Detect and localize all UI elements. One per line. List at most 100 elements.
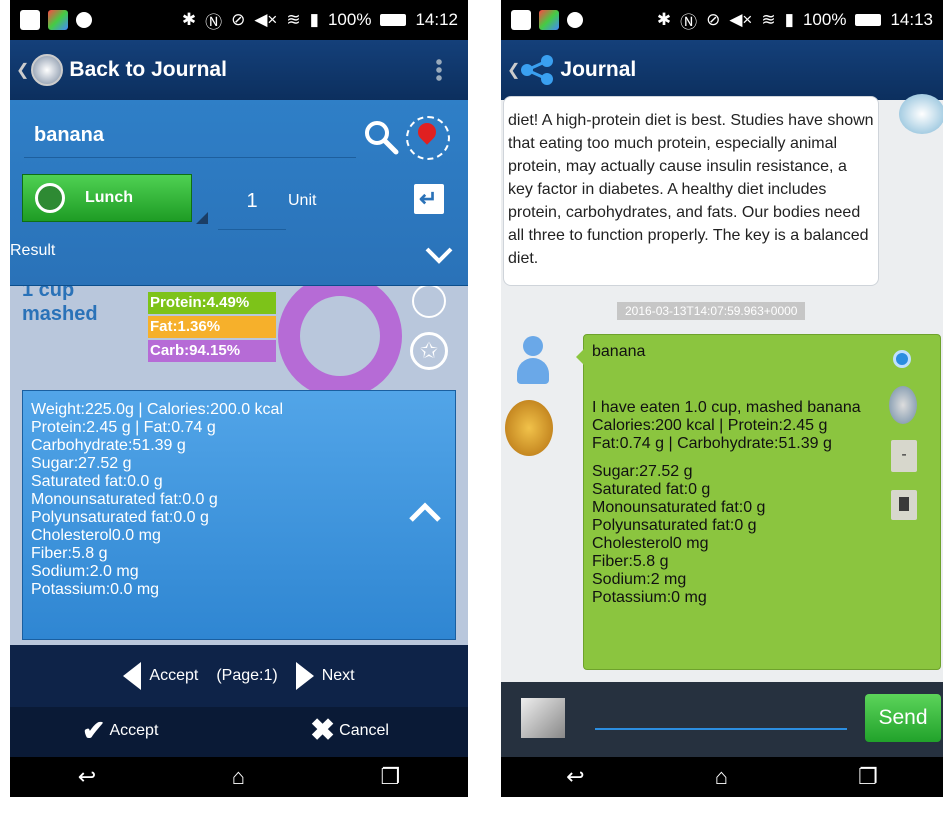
bot-avatar bbox=[899, 94, 943, 134]
overflow-menu-icon[interactable] bbox=[436, 58, 442, 82]
accept-label: Accept bbox=[109, 722, 159, 739]
status-bar: ✱ Ⓝ ⊘ ◀× ≋ ▮ 100% 14:12 bbox=[10, 0, 468, 40]
mute-icon: ◀× bbox=[254, 10, 278, 29]
fork-knife-icon bbox=[35, 183, 65, 213]
back-nav-icon[interactable]: ↩ bbox=[566, 764, 584, 790]
pager-accept-label: Accept bbox=[149, 667, 199, 684]
nutrition-line: Saturated fat:0.0 g bbox=[31, 473, 163, 490]
meal-label: Lunch bbox=[85, 189, 133, 206]
wifi-icon: ≋ bbox=[286, 10, 301, 29]
nutrition-line: Protein:2.45 g | Fat:0.74 g bbox=[31, 419, 216, 436]
search-icon[interactable] bbox=[362, 118, 400, 156]
recent-nav-icon[interactable]: ❐ bbox=[858, 764, 878, 790]
hand-icon[interactable] bbox=[412, 284, 446, 318]
radio-icon[interactable] bbox=[893, 350, 911, 368]
meal-dropdown-indicator bbox=[196, 212, 208, 224]
message-line: Calories:200 kcal | Protein:2.45 g bbox=[592, 417, 828, 434]
nutrition-line: Sugar:27.52 g bbox=[31, 455, 132, 472]
recent-nav-icon[interactable]: ❐ bbox=[380, 764, 400, 790]
food-message-bubble: banana I have eaten 1.0 cup, mashed bana… bbox=[576, 334, 941, 670]
message-line: Monounsaturated fat:0 g bbox=[592, 499, 766, 516]
quantity-input[interactable]: 1 bbox=[218, 184, 286, 230]
message-line: Sodium:2 mg bbox=[592, 571, 687, 588]
food-search-body: 1 cup mashed Protein:4.49% Fat:1.36% Carb… bbox=[10, 100, 468, 645]
search-panel: banana Lunch 1 Unit Result bbox=[10, 100, 468, 286]
badge-avatar[interactable] bbox=[505, 400, 553, 456]
left-phone-screen: ✱ Ⓝ ⊘ ◀× ≋ ▮ 100% 14:12 ❮ Back to Journa… bbox=[10, 0, 468, 797]
share-icon[interactable] bbox=[520, 55, 554, 85]
back-to-journal-button[interactable]: Back to Journal bbox=[69, 58, 227, 82]
message-line: Potassium:0 mg bbox=[592, 589, 707, 606]
nutrition-line: Potassium:0.0 mg bbox=[31, 581, 160, 598]
nutrition-line: Monounsaturated fat:0.0 g bbox=[31, 491, 218, 508]
food-search-input[interactable]: banana bbox=[24, 114, 356, 158]
chevron-down-icon[interactable] bbox=[424, 240, 454, 270]
signal-icon: ▮ bbox=[784, 10, 794, 29]
food-name-line2: mashed bbox=[22, 303, 98, 325]
app-notification-icon bbox=[48, 10, 68, 30]
nutrition-box: Weight:225.0g | Calories:200.0 kcal Prote… bbox=[22, 390, 456, 640]
enter-icon[interactable] bbox=[414, 184, 444, 214]
nutrition-line: Polyunsaturated fat:0.0 g bbox=[31, 509, 209, 526]
home-nav-icon[interactable]: ⌂ bbox=[715, 764, 728, 790]
nfc-icon: Ⓝ bbox=[205, 12, 223, 32]
chevron-up-icon[interactable] bbox=[408, 498, 442, 528]
next-label: Next bbox=[321, 667, 355, 684]
bulb-icon[interactable] bbox=[889, 386, 917, 424]
notification-icon bbox=[20, 10, 40, 30]
record-icon bbox=[76, 12, 92, 28]
message-input[interactable] bbox=[595, 728, 847, 730]
home-nav-icon[interactable]: ⌂ bbox=[232, 764, 245, 790]
star-icon[interactable]: ✩ bbox=[410, 332, 448, 370]
back-nav-icon[interactable]: ↩ bbox=[78, 764, 96, 790]
accept-button[interactable]: ✔ Accept bbox=[82, 715, 159, 746]
action-bar: ✔ Accept ✖ Cancel bbox=[10, 707, 468, 757]
notification-icon bbox=[511, 10, 531, 30]
minus-button[interactable]: - bbox=[891, 440, 917, 472]
signal-icon: ▮ bbox=[309, 10, 319, 29]
pager-bar: Accept (Page:1) Next bbox=[10, 645, 468, 707]
nutrition-line: Fiber:5.8 g bbox=[31, 545, 108, 562]
carb-label: Carb:94.15% bbox=[148, 340, 276, 362]
app-bar: ❮ Journal bbox=[501, 40, 943, 100]
document-icon[interactable] bbox=[891, 490, 917, 520]
close-icon: ✖ bbox=[310, 714, 336, 747]
battery-icon bbox=[380, 14, 407, 26]
check-icon: ✔ bbox=[82, 715, 106, 746]
message-line: Cholesterol0 mg bbox=[592, 535, 709, 552]
up-chevron-icon[interactable]: ❮ bbox=[16, 60, 29, 80]
macro-donut-chart bbox=[278, 274, 402, 398]
nutrition-line: Sodium:2.0 mg bbox=[31, 563, 139, 580]
next-button[interactable]: Next bbox=[295, 662, 355, 690]
app-logo-icon[interactable] bbox=[31, 54, 64, 86]
location-icon[interactable] bbox=[406, 116, 450, 160]
protein-label: Protein:4.49% bbox=[148, 292, 276, 314]
message-line: Fat:0.74 g | Carbohydrate:51.39 g bbox=[592, 435, 832, 452]
chat-area: diet! A high-protein diet is best. Studi… bbox=[501, 94, 943, 682]
clock: 14:13 bbox=[890, 10, 933, 29]
record-icon bbox=[567, 12, 583, 28]
clock: 14:12 bbox=[415, 10, 458, 29]
bluetooth-icon: ✱ bbox=[656, 10, 672, 29]
previous-message: diet! A high-protein diet is best. Studi… bbox=[503, 96, 879, 286]
message-line: Polyunsaturated fat:0 g bbox=[592, 517, 757, 534]
mute-icon: ◀× bbox=[729, 10, 753, 29]
arrow-right-icon bbox=[295, 662, 314, 690]
bluetooth-icon: ✱ bbox=[181, 10, 197, 29]
meal-button[interactable]: Lunch bbox=[22, 174, 192, 222]
result-label: Result bbox=[10, 242, 56, 259]
cancel-button[interactable]: ✖ Cancel bbox=[310, 714, 389, 747]
no-disturb-icon: ⊘ bbox=[231, 10, 246, 29]
send-button[interactable]: Send bbox=[865, 694, 941, 742]
pager-accept-button[interactable]: Accept bbox=[123, 662, 198, 690]
status-bar: ✱ Ⓝ ⊘ ◀× ≋ ▮ 100% 14:13 bbox=[501, 0, 943, 40]
no-disturb-icon: ⊘ bbox=[706, 10, 721, 29]
nfc-icon: Ⓝ bbox=[680, 12, 698, 32]
message-line: Fiber:5.8 g bbox=[592, 553, 669, 570]
battery-text: 100% bbox=[327, 10, 372, 29]
user-avatar[interactable] bbox=[515, 336, 551, 386]
cube-icon[interactable] bbox=[521, 698, 565, 738]
up-chevron-icon[interactable]: ❮ bbox=[507, 60, 520, 80]
unit-selector[interactable]: Unit bbox=[288, 192, 316, 210]
timestamp: 2016-03-13T14:07:59.963+0000 bbox=[617, 302, 806, 320]
